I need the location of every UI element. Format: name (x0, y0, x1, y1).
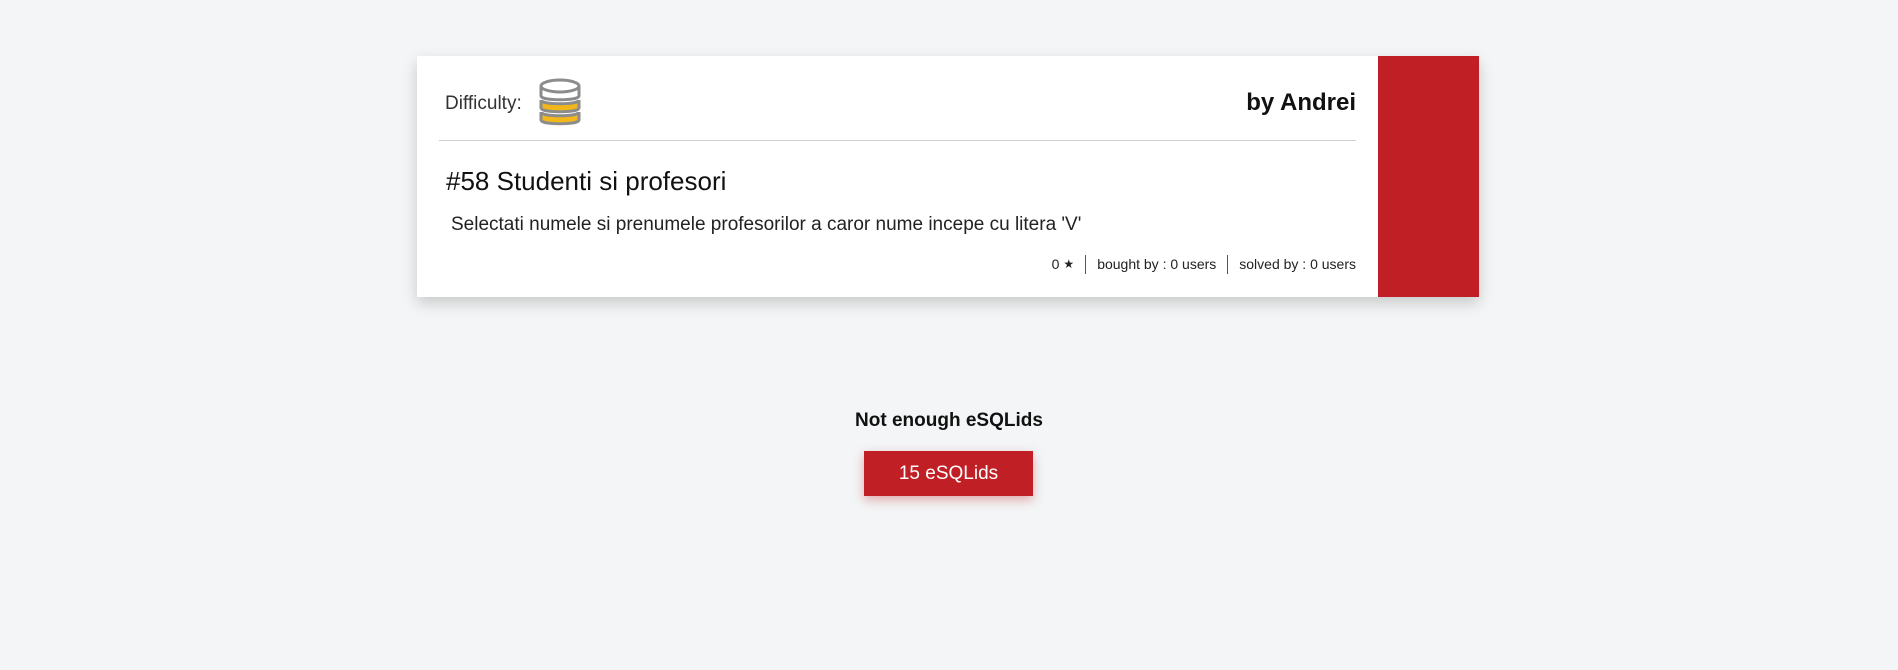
solved-by-stat: solved by : 0 users (1227, 255, 1356, 274)
problem-description: Selectati numele si prenumele profesoril… (451, 214, 1082, 235)
difficulty-label: Difficulty: (445, 93, 522, 114)
card-body: Difficulty: by Andrei #58 Studenti si pr… (439, 56, 1356, 297)
buy-button[interactable]: 15 eSQLids (864, 451, 1033, 496)
problem-card: Difficulty: by Andrei #58 Studenti si pr… (417, 56, 1479, 297)
star-icon: ★ (1063, 257, 1075, 271)
card-header: Difficulty: by Andrei (439, 56, 1356, 141)
author-name: by Andrei (1246, 89, 1356, 116)
insufficient-funds-notice: Not enough eSQLids (855, 410, 1043, 431)
database-icon (539, 78, 581, 126)
problem-title: #58 Studenti si profesori (446, 166, 727, 196)
problem-stats: 0 ★ bought by : 0 users solved by : 0 us… (1041, 255, 1356, 274)
rating-count: 0 (1051, 256, 1060, 272)
card-accent-panel (1378, 56, 1479, 297)
rating-stat: 0 ★ (1041, 255, 1086, 274)
bought-by-stat: bought by : 0 users (1085, 255, 1227, 274)
